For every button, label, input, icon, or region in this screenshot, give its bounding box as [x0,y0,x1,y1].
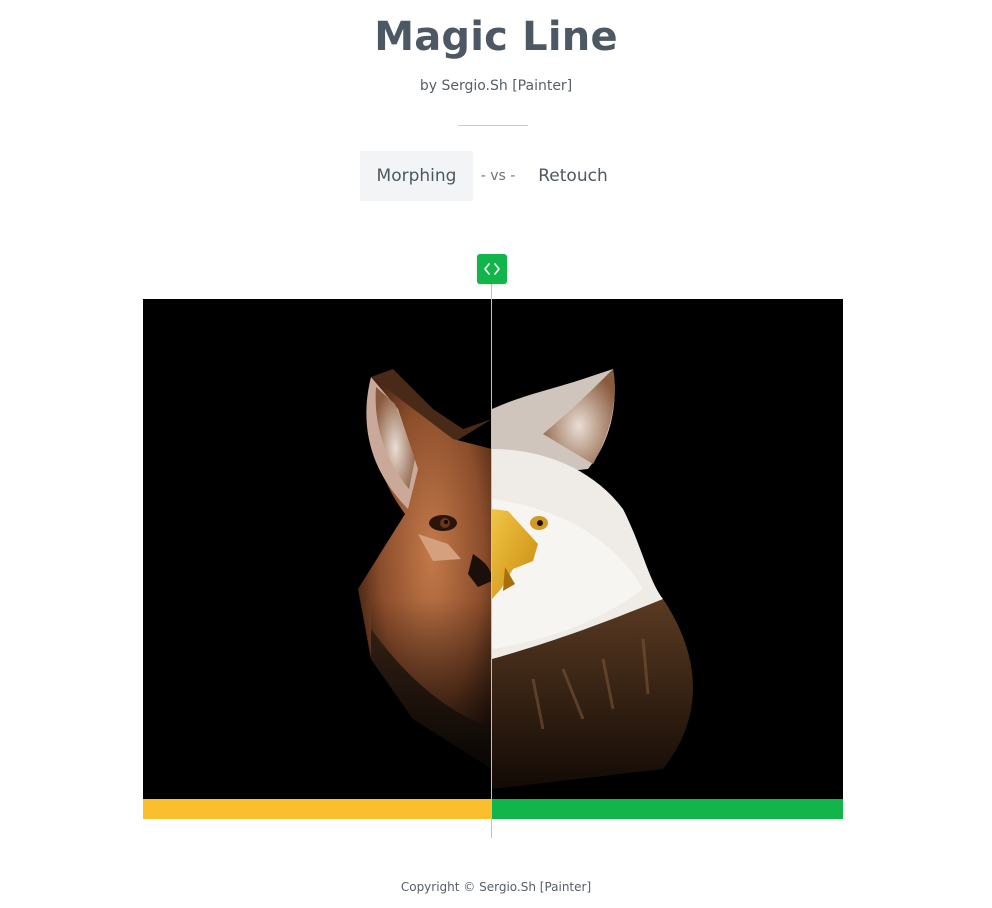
fox-half [358,369,492,799]
copyright-footer: Copyright © Sergio.Sh [Painter] [400,880,592,894]
tab-retouch[interactable]: Retouch [523,151,623,201]
author-byline: by Sergio.Sh [Painter] [419,78,573,94]
fox-eagle-artwork [358,369,693,799]
mode-tabs: Morphing - vs - Retouch [360,151,623,201]
eagle-half [492,369,693,789]
title-divider [458,125,528,126]
divider-line[interactable] [491,282,492,838]
before-after-comparer[interactable] [143,299,843,819]
left-right-arrows-icon [483,263,501,275]
page-title: Magic Line [374,14,618,60]
slider-handle[interactable] [477,254,507,284]
page: Magic Line by Sergio.Sh [Painter] Morphi… [0,0,992,908]
tabs-separator: - vs - [480,168,516,184]
tab-morphing[interactable]: Morphing [360,151,473,201]
before-color-bar [143,799,492,819]
after-color-bar [492,799,843,819]
